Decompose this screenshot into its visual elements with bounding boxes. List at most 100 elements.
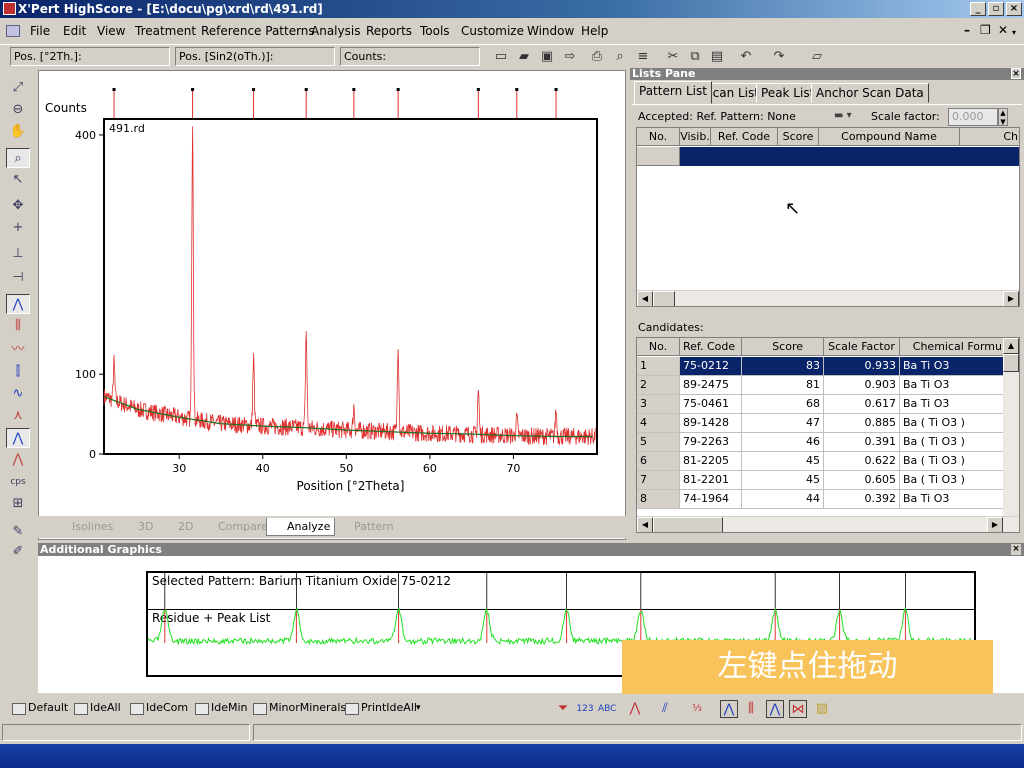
overlay-peaks-icon[interactable]: ⋀	[720, 700, 738, 718]
scroll-thumb[interactable]	[653, 291, 675, 306]
strategy-idecom[interactable]: IdeCom	[128, 701, 188, 715]
candidate-cell-score[interactable]: 45	[742, 471, 824, 490]
strategy-idemin[interactable]: IdeMin	[193, 701, 248, 715]
col-ref-code[interactable]: Ref. Code	[680, 338, 742, 356]
col-scale-factor[interactable]: Scale Factor	[824, 338, 900, 356]
candidate-cell-no[interactable]: 8	[637, 490, 680, 509]
cut-icon[interactable]: ✂	[664, 48, 682, 66]
menu-tools[interactable]: Tools	[420, 24, 450, 38]
scale-icon[interactable]: ⅓	[688, 700, 706, 718]
stick-icon[interactable]: ⫼	[742, 700, 760, 718]
pan-zoom-icon[interactable]: ⤢	[6, 78, 30, 98]
cps-icon[interactable]: cps	[6, 472, 30, 492]
candidate-cell-formula[interactable]: Ba ( Ti O3 )	[900, 433, 1005, 452]
horizontal-scrollbar[interactable]: ◀ ▶	[637, 516, 1019, 532]
label-123-icon[interactable]: 123	[576, 700, 594, 718]
scan-chart[interactable]: Counts 491.rd 0 100 400 30 40 50 60 70 Position [°…	[39, 71, 625, 515]
candidate-cell-scale[interactable]: 0.622	[824, 452, 900, 471]
candidate-cell-score[interactable]: 81	[742, 376, 824, 395]
candidate-cell-code[interactable]: 74-1964	[680, 490, 742, 509]
scroll-right-icon[interactable]: ▶	[987, 517, 1003, 532]
candidate-cell-score[interactable]: 83	[742, 357, 824, 376]
col-ch[interactable]: Ch	[960, 128, 1019, 146]
col-score[interactable]: Score	[742, 338, 824, 356]
tab-3d[interactable]: 3D	[118, 518, 153, 536]
menu-edit[interactable]: Edit	[63, 24, 86, 38]
candidate-cell-score[interactable]: 44	[742, 490, 824, 509]
fit-icon[interactable]: ⋏	[6, 406, 30, 426]
open-document-icon[interactable]: ▱	[808, 48, 826, 66]
menu-file[interactable]: File	[30, 24, 50, 38]
col-ref-code[interactable]: Ref. Code	[711, 128, 778, 146]
candidate-cell-code[interactable]: 89-2475	[680, 376, 742, 395]
label-abc-icon[interactable]: ABC	[598, 700, 616, 718]
new-file-icon[interactable]: ▭	[492, 48, 510, 66]
peak-search-icon[interactable]: ⋀	[6, 294, 30, 314]
scroll-left-icon[interactable]: ◀	[637, 291, 653, 306]
col-visib[interactable]: Visib.	[680, 128, 711, 146]
scroll-thumb[interactable]	[653, 517, 723, 532]
report-icon[interactable]: ≡	[634, 48, 652, 66]
grid-icon[interactable]: ⊞	[6, 494, 30, 514]
residue-icon[interactable]: ⋀	[6, 450, 30, 470]
candidate-cell-no[interactable]: 1	[637, 357, 680, 376]
smooth-icon[interactable]: ⋀	[6, 428, 30, 448]
candidate-cell-scale[interactable]: 0.605	[824, 471, 900, 490]
print-icon[interactable]: ⎙	[588, 48, 606, 66]
candidate-cell-scale[interactable]: 0.617	[824, 395, 900, 414]
open-folder-icon[interactable]: ▰	[515, 48, 533, 66]
candidate-cell-scale[interactable]: 0.391	[824, 433, 900, 452]
restore-icon[interactable]: ▫	[988, 2, 1004, 16]
scroll-right-icon[interactable]: ▶	[1003, 291, 1019, 306]
tab-pattern-list[interactable]: Pattern List	[634, 81, 712, 104]
close-icon[interactable]: ×	[1011, 544, 1021, 555]
vertical-scrollbar[interactable]: ▲	[1003, 338, 1019, 516]
pen-icon[interactable]: ✎	[6, 522, 30, 542]
mdi-restore-icon[interactable]: ❐	[980, 23, 991, 37]
menu-treatment[interactable]: Treatment	[135, 24, 196, 38]
tab-pattern[interactable]: Pattern	[334, 518, 394, 536]
row-header[interactable]	[637, 147, 680, 166]
candidate-cell-code[interactable]: 81-2201	[680, 471, 742, 490]
undo-icon[interactable]: ↶	[737, 48, 755, 66]
candidate-cell-no[interactable]: 4	[637, 414, 680, 433]
candidate-cell-no[interactable]: 6	[637, 452, 680, 471]
zoom-out-icon[interactable]: ⊖	[6, 100, 30, 120]
candidate-cell-code[interactable]: 89-1428	[680, 414, 742, 433]
col-no[interactable]: No.	[637, 128, 680, 146]
candidate-cell-code[interactable]: 81-2205	[680, 452, 742, 471]
paste-icon[interactable]: ▤	[708, 48, 726, 66]
import-icon[interactable]: ⇨	[561, 48, 579, 66]
candidate-cell-formula[interactable]: Ba Ti O3	[900, 490, 1005, 509]
candidate-cell-score[interactable]: 47	[742, 414, 824, 433]
profile-icon[interactable]: ∿	[6, 384, 30, 404]
scale-factor-input[interactable]: 0.000	[948, 108, 998, 126]
scroll-up-icon[interactable]: ▲	[1003, 338, 1019, 354]
brush-icon[interactable]: ✐	[6, 542, 30, 562]
chart-type-icon[interactable]: ⫽	[656, 700, 674, 718]
minimize-icon[interactable]: _	[970, 2, 986, 16]
tab-2d[interactable]: 2D	[158, 518, 193, 536]
y-axis-icon[interactable]: ⊥	[6, 244, 30, 264]
menu-customize[interactable]: Customize	[461, 24, 524, 38]
candidate-cell-score[interactable]: 68	[742, 395, 824, 414]
mdi-close-icon[interactable]: ✕	[998, 23, 1008, 37]
candidate-cell-no[interactable]: 5	[637, 433, 680, 452]
pointer-icon[interactable]: ↖	[6, 170, 30, 190]
candidate-cell-code[interactable]: 75-0461	[680, 395, 742, 414]
tab-analyze[interactable]: Analyze	[266, 518, 336, 536]
col-score[interactable]: Score	[778, 128, 819, 146]
toolbar-more-icon[interactable]: ▾	[416, 703, 421, 713]
copy-icon[interactable]: ⧉	[686, 48, 704, 66]
candidate-cell-no[interactable]: 7	[637, 471, 680, 490]
close-icon[interactable]: ×	[1006, 2, 1022, 16]
candidates-grid[interactable]: No. Ref. Code ⇅ Score Scale Factor Chemi…	[636, 337, 1020, 533]
candidate-cell-no[interactable]: 3	[637, 395, 680, 414]
background-icon[interactable]: 〰	[6, 340, 30, 360]
scan-plot-panel[interactable]: Counts 491.rd 0 100 400 30 40 50 60 70 Position [°…	[38, 70, 626, 540]
candidate-cell-formula[interactable]: Ba Ti O3	[900, 395, 1005, 414]
menu-reports[interactable]: Reports	[366, 24, 412, 38]
remove-peaks-icon[interactable]: ⋈	[789, 700, 807, 718]
horizontal-scrollbar[interactable]: ◀ ▶	[637, 290, 1019, 306]
strategy-minorminerals[interactable]: MinorMinerals	[251, 701, 346, 715]
